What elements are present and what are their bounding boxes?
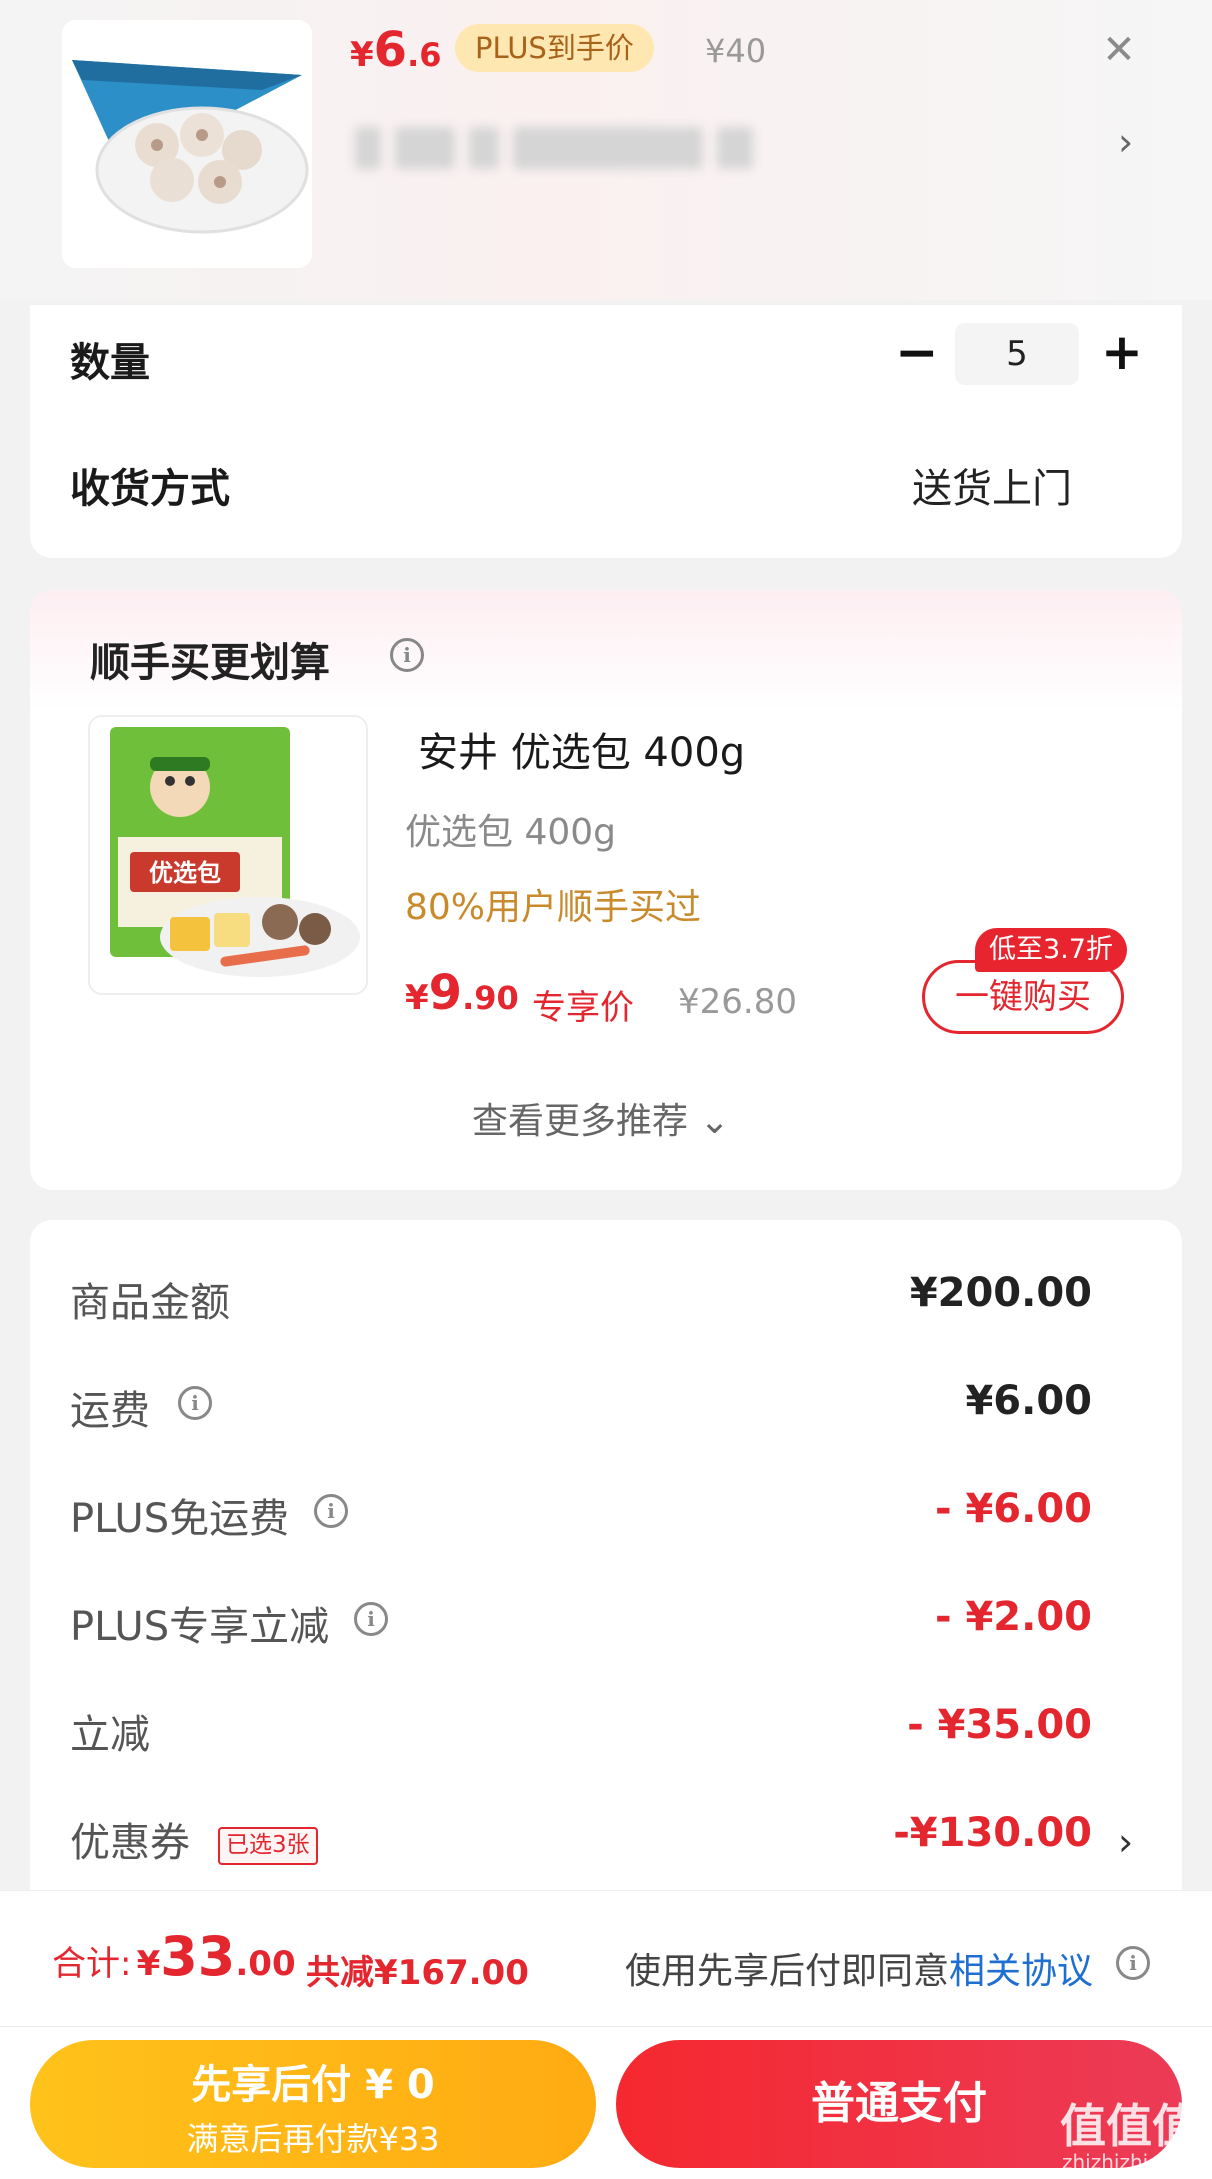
chevron-right-icon[interactable]: › [1118, 1820, 1133, 1864]
agreement-text: 使用先享后付即同意相关协议 [625, 1942, 1093, 1994]
price-decimal: .6 [407, 36, 442, 74]
discount-badge: 低至3.7折 [975, 928, 1127, 972]
quantity-input[interactable]: 5 [955, 323, 1079, 385]
dumpling-product-image [62, 20, 312, 268]
pay-later-button[interactable]: 先享后付 ¥ 0 满意后再付款¥33 [30, 2040, 596, 2168]
summary-value: ¥200.00 [909, 1270, 1092, 1316]
quantity-decrease-button[interactable]: − [895, 325, 939, 385]
info-icon[interactable]: i [390, 638, 424, 672]
agreement-prefix: 使用先享后付即同意 [625, 1951, 950, 1992]
recommendation-title: 顺手买更划算 [90, 640, 330, 686]
shipping-method-value[interactable]: 送货上门 [912, 456, 1072, 514]
summary-value: ¥6.00 [965, 1378, 1092, 1424]
product-name-blurred [355, 120, 775, 176]
product-thumbnail[interactable] [62, 20, 312, 268]
recommended-product-image[interactable]: 优选包 [88, 715, 368, 995]
agreement-link[interactable]: 相关协议 [949, 1951, 1093, 1992]
snack-pack-image: 优选包 [90, 717, 366, 993]
price-decimal: .90 [462, 979, 519, 1017]
total-price: 合计: ¥33.00 [52, 1925, 296, 1988]
plus-price-badge: PLUS到手价 [455, 24, 654, 72]
divider [0, 2026, 1212, 2027]
total-label: 合计: [52, 1944, 132, 1984]
watermark-logo: 值值值 [1060, 2099, 1198, 2153]
pay-later-title: 先享后付 ¥ 0 [191, 2062, 435, 2108]
price-symbol: ¥ [405, 978, 429, 1018]
info-icon[interactable]: i [314, 1494, 348, 1528]
info-icon[interactable]: i [1116, 1946, 1150, 1980]
summary-value: - ¥35.00 [907, 1702, 1092, 1748]
recommended-product-name[interactable]: 安井 优选包 400g [418, 720, 745, 778]
summary-value: -¥130.00 [893, 1810, 1092, 1856]
total-saved: 共减¥167.00 [306, 1953, 529, 1993]
recommended-original-price: ¥26.80 [678, 982, 797, 1022]
shipping-method-label: 收货方式 [70, 466, 230, 512]
close-icon[interactable]: ✕ [1095, 26, 1143, 74]
recommended-price: ¥9.90 [405, 965, 519, 1021]
chevron-right-icon[interactable]: › [1118, 120, 1133, 164]
price-symbol: ¥ [350, 35, 374, 75]
price-integer: 9 [428, 965, 463, 1021]
total-integer: 33 [160, 1925, 236, 1988]
summary-label: 商品金额 [70, 1280, 230, 1326]
watermark-url: zhizhizhi.com [1062, 2150, 1198, 2174]
total-decimal: .00 [235, 1944, 296, 1984]
product-price: ¥6.6 [350, 22, 442, 78]
more-recommendations-link[interactable]: 查看更多推荐 ⌄ [472, 1092, 730, 1144]
exclusive-price-label: 专享价 [532, 988, 634, 1028]
original-price: ¥40 [705, 32, 767, 70]
total-symbol: ¥ [136, 1944, 161, 1984]
summary-label: PLUS免运费 [70, 1496, 290, 1542]
info-icon[interactable]: i [354, 1602, 388, 1636]
quantity-increase-button[interactable]: + [1100, 322, 1144, 384]
info-icon[interactable]: i [178, 1386, 212, 1420]
coupon-selected-badge: 已选3张 [218, 1827, 318, 1865]
price-integer: 6 [373, 22, 408, 78]
pay-later-subtitle: 满意后再付款¥33 [186, 2120, 440, 2158]
summary-label: 立减 [70, 1712, 150, 1758]
summary-value: - ¥2.00 [934, 1594, 1092, 1640]
svg-text:优选包: 优选包 [149, 859, 221, 887]
summary-label: 运费 [70, 1388, 150, 1434]
summary-label: PLUS专享立减 [70, 1604, 330, 1650]
quantity-label: 数量 [70, 340, 150, 386]
purchase-stat: 80%用户顺手买过 [405, 887, 702, 928]
recommended-product-spec: 优选包 400g [405, 812, 617, 853]
summary-label: 优惠券 [70, 1820, 190, 1866]
summary-value: - ¥6.00 [934, 1486, 1092, 1532]
